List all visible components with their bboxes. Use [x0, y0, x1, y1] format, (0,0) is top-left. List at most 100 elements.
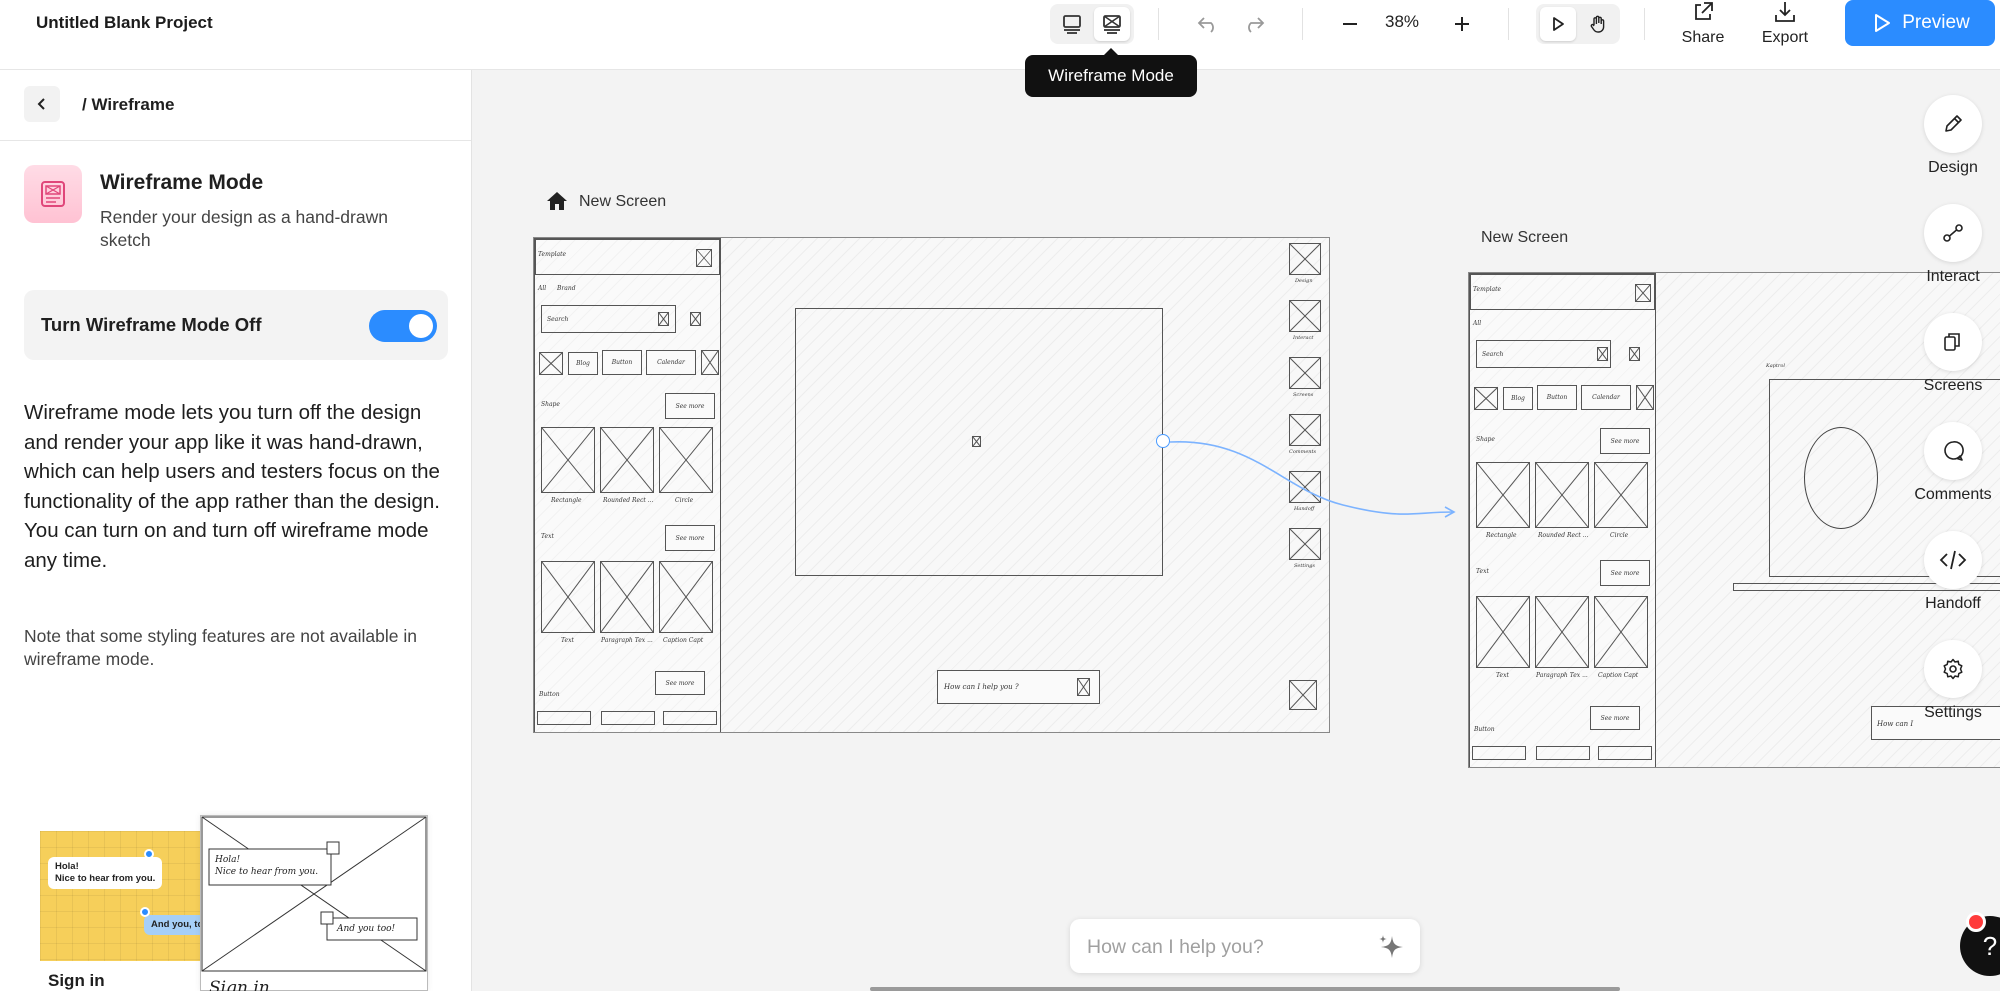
signin-heading: Sign in: [48, 971, 105, 990]
rail-screens-button[interactable]: Screens: [1910, 313, 1996, 395]
sketch-shape-tile: [541, 427, 595, 493]
wireframe-icon: [41, 181, 65, 207]
rail-label: Interact: [1926, 268, 1980, 285]
sketch-bubble-line: Nice to hear from you.: [215, 867, 319, 877]
rail-interact-button[interactable]: Interact: [1910, 204, 1996, 286]
bubble-line: Nice to hear from you.: [55, 873, 156, 884]
wireframe-mode-badge: [24, 165, 82, 223]
rail-label: Settings: [1924, 704, 1982, 721]
sketch-heading: Text: [1476, 568, 1489, 575]
panel-divider: [0, 140, 471, 141]
rail-handoff-button[interactable]: Handoff: [1910, 531, 1996, 613]
comment-pin: [140, 907, 150, 917]
comment-icon: [1944, 441, 1964, 461]
design-mode-button[interactable]: [1054, 7, 1090, 41]
sketch-prompt-text: How can I: [1877, 720, 1914, 728]
zoom-in-icon: [1455, 17, 1469, 31]
sketch-icon: [1629, 347, 1640, 361]
sketch-icon: [690, 312, 701, 326]
sketch-see-more: See more: [1600, 560, 1650, 586]
sketch-rail-label: Screens: [1293, 392, 1314, 398]
wireframe-mode-button[interactable]: [1094, 7, 1130, 41]
sketch-text-tile: [659, 561, 713, 633]
sketch-icon: [539, 352, 563, 375]
sketch-bubble: Hola! Nice to hear from you.: [215, 854, 318, 878]
share-icon: [1695, 2, 1713, 20]
export-button[interactable]: Export: [1750, 0, 1820, 48]
sketch-caption: Circle: [675, 497, 694, 504]
sketch-tab-all: All: [538, 285, 547, 292]
screen-label[interactable]: New Screen: [579, 193, 666, 211]
sketch-chip: Button: [602, 350, 642, 375]
zoom-in-button[interactable]: [1446, 8, 1478, 40]
sketch-heading: Shape: [1476, 436, 1495, 443]
rail-settings-button[interactable]: Settings: [1910, 640, 1996, 722]
sketch-tab-all: All: [1473, 320, 1482, 327]
sketch-close-icon: [1635, 284, 1651, 302]
sketch-ellipse: [1804, 427, 1878, 529]
sketch-caption: Caption Capt: [663, 637, 704, 644]
sketch-sidebar: Template All Brand Search Blog Button Ca…: [534, 238, 721, 732]
sparkle-icon[interactable]: [1376, 932, 1406, 962]
toolbar-divider: [1508, 8, 1509, 40]
comment-pin: [144, 849, 154, 859]
hand-icon: [1590, 15, 1605, 33]
sketch-rail-label: Interact: [1293, 335, 1314, 341]
rail-circle: [1924, 95, 1982, 153]
wireframe-mode-icon: [1103, 15, 1121, 34]
sketch-bubble-reply: And you too!: [337, 924, 396, 934]
sketch-caption: Paragraph Tex ...: [1536, 672, 1588, 679]
back-button[interactable]: [24, 86, 60, 122]
sketch-see-more: See more: [665, 393, 715, 419]
preview-play-icon: [1875, 14, 1891, 32]
sketch-rail-icon: [1289, 357, 1321, 389]
screens-icon: [1944, 333, 1960, 351]
sketch-caption: Rectangle: [1486, 532, 1517, 539]
sketch-button: [1536, 746, 1590, 760]
wireframe-preview-card: Hola! Nice to hear from you. And you too…: [200, 815, 428, 991]
hand-tool-button[interactable]: [1580, 7, 1616, 41]
interaction-link-arrow[interactable]: [1163, 430, 1463, 530]
sketch-button: [1598, 746, 1652, 760]
sketch-icon: [701, 350, 719, 375]
interaction-tools: [1536, 4, 1620, 44]
sketch-caption: Text: [1496, 672, 1509, 679]
zoom-out-button[interactable]: [1334, 8, 1366, 40]
ai-assistant-input[interactable]: How can I help you?: [1070, 919, 1420, 973]
wireframe-toggle[interactable]: [369, 310, 437, 342]
sketch-icon: [1636, 385, 1654, 410]
wireframe-settings-panel: / Wireframe Wireframe Mode Render your d…: [0, 70, 472, 991]
sketch-chip: Button: [1537, 385, 1577, 410]
redo-button[interactable]: [1238, 8, 1270, 40]
sketch-rail-label: Design: [1295, 278, 1313, 284]
share-button[interactable]: Share: [1668, 0, 1738, 48]
sketch-image-icon: [972, 436, 981, 447]
play-icon: [1553, 17, 1564, 31]
rail-comments-button[interactable]: Comments: [1910, 422, 1996, 504]
project-title[interactable]: Untitled Blank Project: [36, 13, 213, 33]
sketch-button: [1472, 746, 1526, 760]
panel-title: Wireframe Mode: [100, 171, 264, 194]
rail-label: Comments: [1914, 486, 1992, 503]
sketch-text-tile: [600, 561, 654, 633]
horizontal-scrollbar[interactable]: [870, 987, 1620, 991]
panel-subtitle: Render your design as a hand-drawn sketc…: [100, 207, 388, 250]
zoom-level[interactable]: 38%: [1385, 12, 1419, 32]
toolbar-divider: [1158, 8, 1159, 40]
screen-label[interactable]: New Screen: [1481, 229, 1568, 247]
toolbar-divider: [1644, 8, 1645, 40]
sketch-button: [537, 711, 591, 725]
sketch-icon: [658, 312, 669, 326]
sketch-see-more: See more: [1590, 706, 1640, 730]
sketch-icon: [1077, 678, 1090, 696]
wireframe-illustration: Hola! Nice to hear from you. And you, to…: [40, 745, 440, 991]
sketch-caption: Caption Capt: [1598, 672, 1639, 679]
sketch-icon: [1289, 680, 1317, 710]
rail-design-button[interactable]: Design: [1910, 95, 1996, 177]
pointer-tool-button[interactable]: [1540, 7, 1576, 41]
undo-button[interactable]: [1192, 8, 1224, 40]
design-canvas[interactable]: New Screen Template All Brand Search Blo…: [473, 70, 2000, 991]
sketch-caption: Rectangle: [551, 497, 582, 504]
preview-button[interactable]: Preview: [1845, 0, 1995, 46]
sketch-button: [601, 711, 655, 725]
